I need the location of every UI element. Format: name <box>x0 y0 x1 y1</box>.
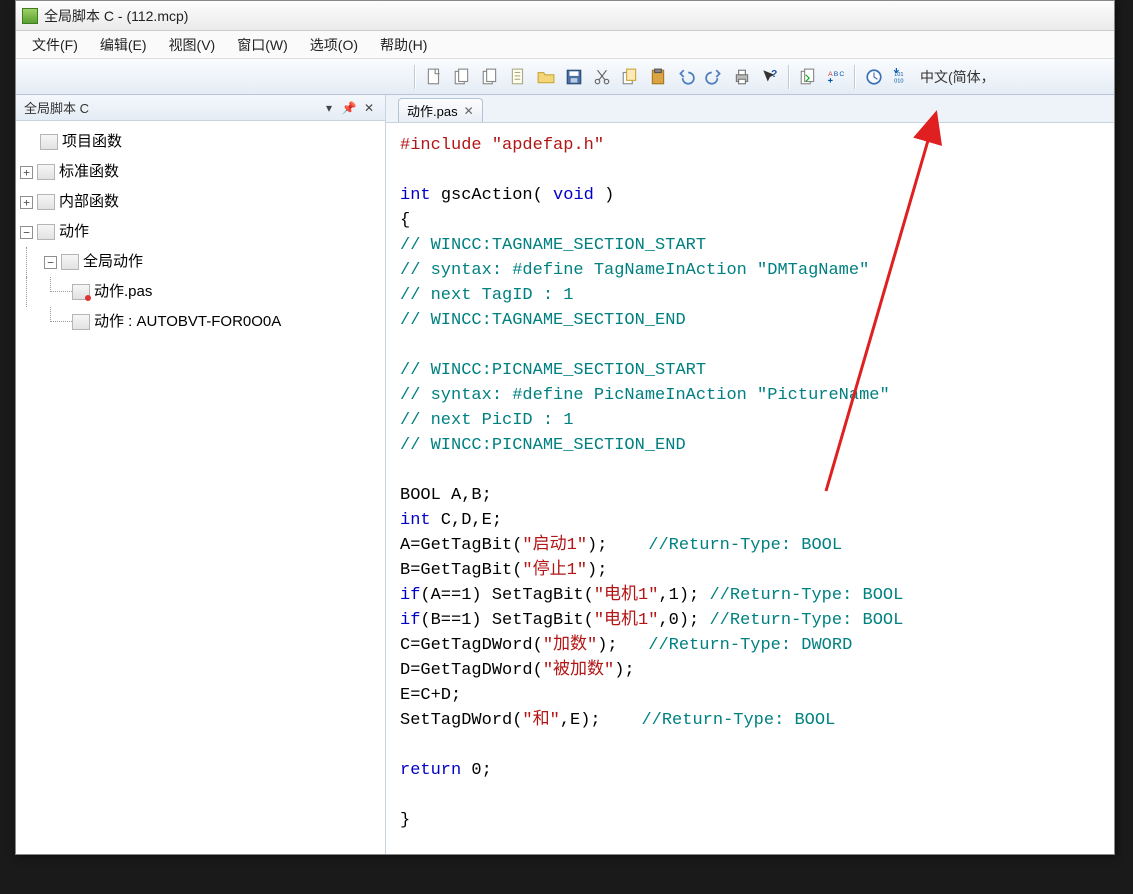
sidebar-title: 全局脚本 C <box>24 98 89 117</box>
close-icon[interactable]: ✕ <box>361 100 377 116</box>
tree-item-project-fn[interactable]: 项目函数 <box>20 127 381 157</box>
code-icon <box>40 134 58 150</box>
abc-icon[interactable]: ABC <box>823 64 849 90</box>
open-icon[interactable] <box>533 64 559 90</box>
toolbar: ? ABC 101010 中文(简体， <box>16 59 1114 95</box>
compile-icon[interactable] <box>795 64 821 90</box>
code-icon <box>72 314 90 330</box>
titlebar: 全局脚本 C - (112.mcp) <box>16 1 1114 31</box>
menu-window[interactable]: 窗口(W) <box>227 32 298 58</box>
tree-item-action-pas[interactable]: 动作.pas <box>20 277 381 307</box>
svg-text:B: B <box>834 70 839 77</box>
window-title: 全局脚本 C - (112.mcp) <box>44 6 188 26</box>
tree-item-action-auto[interactable]: 动作 : AUTOBVT-FOR0O0A <box>20 307 381 337</box>
save-icon[interactable] <box>561 64 587 90</box>
tree-item-internal-fn[interactable]: + 内部函数 <box>20 187 381 217</box>
expander-icon[interactable]: − <box>20 226 33 239</box>
menu-view[interactable]: 视图(V) <box>159 32 226 58</box>
menu-options[interactable]: 选项(O) <box>300 32 368 58</box>
new-icon[interactable] <box>421 64 447 90</box>
code-icon <box>37 194 55 210</box>
app-window: 全局脚本 C - (112.mcp) 文件(F) 编辑(E) 视图(V) 窗口(… <box>15 0 1115 855</box>
tree-item-actions[interactable]: − 动作 <box>20 217 381 247</box>
svg-text:010: 010 <box>894 78 903 84</box>
undo-icon[interactable] <box>673 64 699 90</box>
print-icon[interactable] <box>729 64 755 90</box>
paste-icon[interactable] <box>645 64 671 90</box>
menubar: 文件(F) 编辑(E) 视图(V) 窗口(W) 选项(O) 帮助(H) <box>16 31 1114 59</box>
menu-file[interactable]: 文件(F) <box>22 32 88 58</box>
sidebar-header: 全局脚本 C ▾ 📌 ✕ <box>16 95 385 121</box>
tree: 项目函数 + 标准函数 + 内部函数 − 动作 <box>16 121 385 343</box>
menu-edit[interactable]: 编辑(E) <box>90 32 157 58</box>
layers-icon[interactable] <box>477 64 503 90</box>
dropdown-icon[interactable]: ▾ <box>321 100 337 116</box>
editor-area: 动作.pas ✕ #include "apdefap.h" int gscAct… <box>386 95 1114 854</box>
code-icon <box>37 224 55 240</box>
redo-icon[interactable] <box>701 64 727 90</box>
svg-text:?: ? <box>771 69 777 80</box>
svg-text:A: A <box>828 70 833 77</box>
language-label[interactable]: 中文(简体， <box>920 67 995 87</box>
tabbar: 动作.pas ✕ <box>386 95 1114 123</box>
clock-icon[interactable] <box>861 64 887 90</box>
app-icon <box>22 8 38 24</box>
binary-icon[interactable]: 101010 <box>889 64 915 90</box>
sidebar-controls: ▾ 📌 ✕ <box>321 100 377 116</box>
expander-icon[interactable]: + <box>20 166 33 179</box>
cut-icon[interactable] <box>589 64 615 90</box>
code-editor[interactable]: #include "apdefap.h" int gscAction( void… <box>386 123 1114 854</box>
doc-icon[interactable] <box>505 64 531 90</box>
sidebar: 全局脚本 C ▾ 📌 ✕ 项目函数 + 标准函数 <box>16 95 386 854</box>
pas-file-icon <box>72 284 90 300</box>
code-icon <box>37 164 55 180</box>
expander-icon[interactable]: − <box>44 256 57 269</box>
copy-page-icon[interactable] <box>449 64 475 90</box>
svg-text:101: 101 <box>894 71 903 77</box>
copy-icon[interactable] <box>617 64 643 90</box>
tab-close-icon[interactable]: ✕ <box>464 104 474 118</box>
svg-text:C: C <box>839 70 844 77</box>
help-pointer-icon[interactable]: ? <box>757 64 783 90</box>
menu-help[interactable]: 帮助(H) <box>370 32 437 58</box>
tree-item-global-actions[interactable]: − 全局动作 <box>20 247 381 277</box>
tree-item-standard-fn[interactable]: + 标准函数 <box>20 157 381 187</box>
expander-icon[interactable]: + <box>20 196 33 209</box>
pin-icon[interactable]: 📌 <box>341 100 357 116</box>
tab-label: 动作.pas <box>407 101 458 120</box>
code-icon <box>61 254 79 270</box>
tab-action-pas[interactable]: 动作.pas ✕ <box>398 98 483 122</box>
main-area: 全局脚本 C ▾ 📌 ✕ 项目函数 + 标准函数 <box>16 95 1114 854</box>
